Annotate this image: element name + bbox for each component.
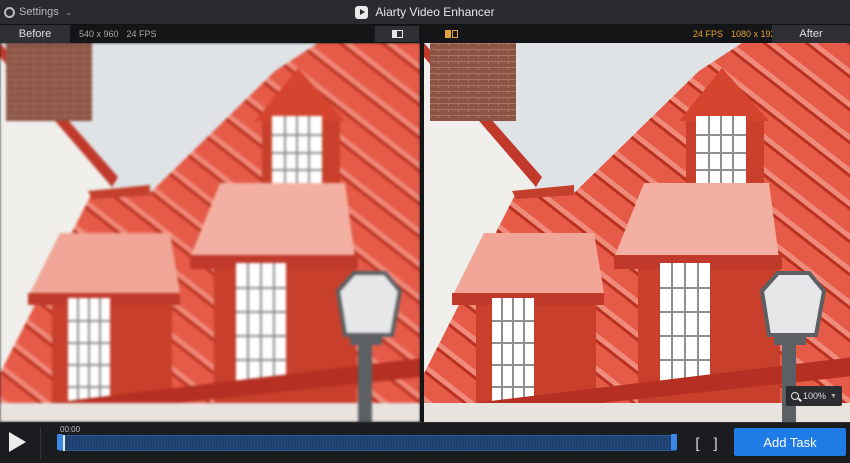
chevron-down-icon: ▼ xyxy=(830,392,837,400)
playhead[interactable] xyxy=(63,435,65,451)
app-title-text: Aiarty Video Enhancer xyxy=(375,5,495,19)
after-video-frame xyxy=(424,43,850,422)
source-info: 540 x 960 24 FPS xyxy=(79,25,157,43)
single-view-icon xyxy=(391,30,403,38)
before-video-frame xyxy=(0,43,420,422)
timeline-track[interactable] xyxy=(59,435,676,451)
after-label: After xyxy=(772,25,850,43)
set-out-point-button[interactable]: ] xyxy=(711,435,720,453)
output-info: 24 FPS 1080 x 1920 xyxy=(693,25,781,43)
compare-toolbar: Before 540 x 960 24 FPS 24 FPS 1080 x 19… xyxy=(0,25,850,43)
trim-end-handle[interactable] xyxy=(671,434,677,450)
separator xyxy=(40,427,41,459)
app-title: Aiarty Video Enhancer xyxy=(0,0,850,24)
output-fps: 24 FPS xyxy=(693,29,724,39)
after-preview xyxy=(424,43,850,422)
set-in-point-button[interactable]: [ xyxy=(693,435,702,453)
zoom-level: 100% xyxy=(803,391,827,401)
title-bar: Settings ⌄ Aiarty Video Enhancer xyxy=(0,0,850,25)
add-task-button[interactable]: Add Task xyxy=(734,428,846,456)
zoom-control[interactable]: 100% ▼ xyxy=(786,386,842,406)
before-preview xyxy=(0,43,420,422)
playback-bar: 00:00 [ ] Add Task xyxy=(0,422,850,463)
play-icon[interactable] xyxy=(9,432,26,452)
split-view-icon xyxy=(445,30,459,38)
split-view-button[interactable] xyxy=(430,26,474,42)
single-view-button[interactable] xyxy=(375,26,419,42)
before-label: Before xyxy=(0,25,70,43)
app-logo-icon xyxy=(355,5,369,19)
magnifier-icon xyxy=(791,392,799,400)
source-fps: 24 FPS xyxy=(126,29,157,39)
timecode: 00:00 xyxy=(60,425,81,434)
source-resolution: 540 x 960 xyxy=(79,29,119,39)
